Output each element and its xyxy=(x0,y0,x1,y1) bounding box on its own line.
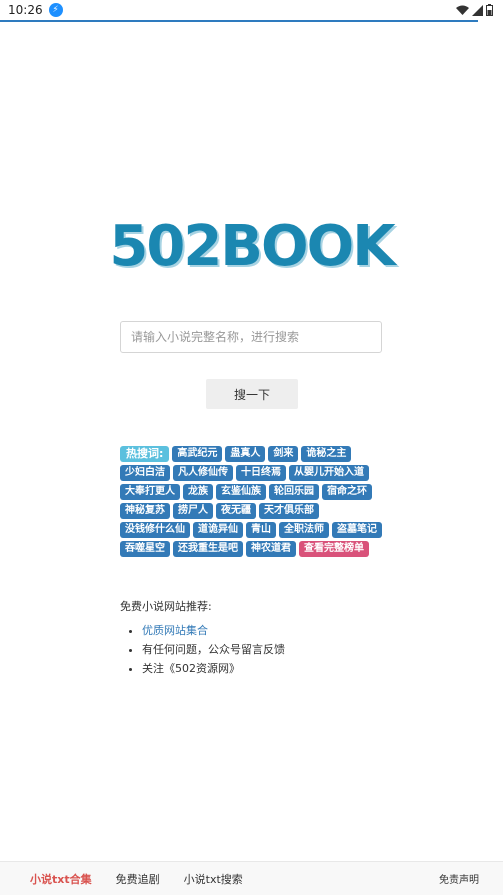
hot-tag[interactable]: 凡人修仙传 xyxy=(173,465,233,481)
hot-tag[interactable]: 轮回乐园 xyxy=(269,484,319,500)
notification-icon: ⚡ xyxy=(48,3,63,17)
hot-tag[interactable]: 天才俱乐部 xyxy=(259,503,319,519)
hot-tag[interactable]: 诡秘之主 xyxy=(301,446,352,462)
clock: 10:26 xyxy=(8,3,43,17)
nav-item-free-drama[interactable]: 免费追剧 xyxy=(116,871,160,887)
hot-tag[interactable]: 大奉打更人 xyxy=(120,484,180,500)
hot-tag[interactable]: 还我重生是吧 xyxy=(173,541,243,557)
hot-tag[interactable]: 玄鉴仙族 xyxy=(216,484,266,500)
hot-tag[interactable]: 蛊真人 xyxy=(225,446,266,462)
logo-text: 502BOOK xyxy=(109,214,395,279)
disclaimer-link[interactable]: 免责声明 xyxy=(439,871,479,886)
hot-tag[interactable]: 神农道君 xyxy=(246,541,296,557)
hot-search-label: 热搜词: xyxy=(120,446,170,462)
recommend-list: 优质网站集合 有任何问题，公众号留言反馈 关注《502资源网》 xyxy=(120,622,285,676)
progress-line xyxy=(0,20,478,22)
wifi-icon xyxy=(456,5,469,15)
hot-tag[interactable]: 道诡异仙 xyxy=(193,522,243,538)
hot-search-tags: 热搜词: 高武纪元 蛊真人 剑来 诡秘之主 少妇白洁 凡人修仙传 十日终焉 从婴… xyxy=(120,446,390,557)
hot-tag[interactable]: 龙族 xyxy=(183,484,213,500)
battery-icon xyxy=(486,4,493,16)
hot-tag[interactable]: 夜无疆 xyxy=(216,503,256,519)
signal-icon xyxy=(472,4,483,16)
site-logo: 502BOOK xyxy=(0,214,503,279)
search-button[interactable]: 搜一下 xyxy=(206,379,298,409)
search-input[interactable] xyxy=(120,321,382,353)
recommend-title: 免费小说网站推荐: xyxy=(120,600,212,613)
status-bar: 10:26 ⚡ xyxy=(0,0,503,20)
hot-tag[interactable]: 吞噬星空 xyxy=(120,541,170,557)
hot-tag[interactable]: 盗墓笔记 xyxy=(332,522,382,538)
hot-tag[interactable]: 宿命之环 xyxy=(322,484,372,500)
hot-tag[interactable]: 青山 xyxy=(246,522,276,538)
quality-sites-link[interactable]: 优质网站集合 xyxy=(142,624,208,637)
hot-tag[interactable]: 从婴儿开始入道 xyxy=(289,465,369,481)
bottom-nav: 小说txt合集 免费追剧 小说txt搜索 免责声明 xyxy=(0,861,503,895)
list-item: 有任何问题，公众号留言反馈 xyxy=(142,641,285,657)
hot-tag[interactable]: 十日终焉 xyxy=(236,465,286,481)
hot-tag[interactable]: 没钱修什么仙 xyxy=(120,522,190,538)
hot-tag[interactable]: 少妇白洁 xyxy=(120,465,170,481)
hot-tag[interactable]: 全职法师 xyxy=(279,522,329,538)
hot-tag[interactable]: 神秘复苏 xyxy=(120,503,170,519)
nav-item-txt-collection[interactable]: 小说txt合集 xyxy=(30,871,92,887)
list-item: 优质网站集合 xyxy=(142,622,285,638)
hot-tag[interactable]: 捞尸人 xyxy=(173,503,213,519)
list-item: 关注《502资源网》 xyxy=(142,660,285,676)
full-ranking-link[interactable]: 查看完整榜单 xyxy=(299,541,369,557)
hot-tag[interactable]: 剑来 xyxy=(268,446,299,462)
nav-item-txt-search[interactable]: 小说txt搜索 xyxy=(184,871,243,887)
recommend-section: 免费小说网站推荐: 优质网站集合 有任何问题，公众号留言反馈 关注《502资源网… xyxy=(120,598,285,679)
hot-tag[interactable]: 高武纪元 xyxy=(172,446,223,462)
